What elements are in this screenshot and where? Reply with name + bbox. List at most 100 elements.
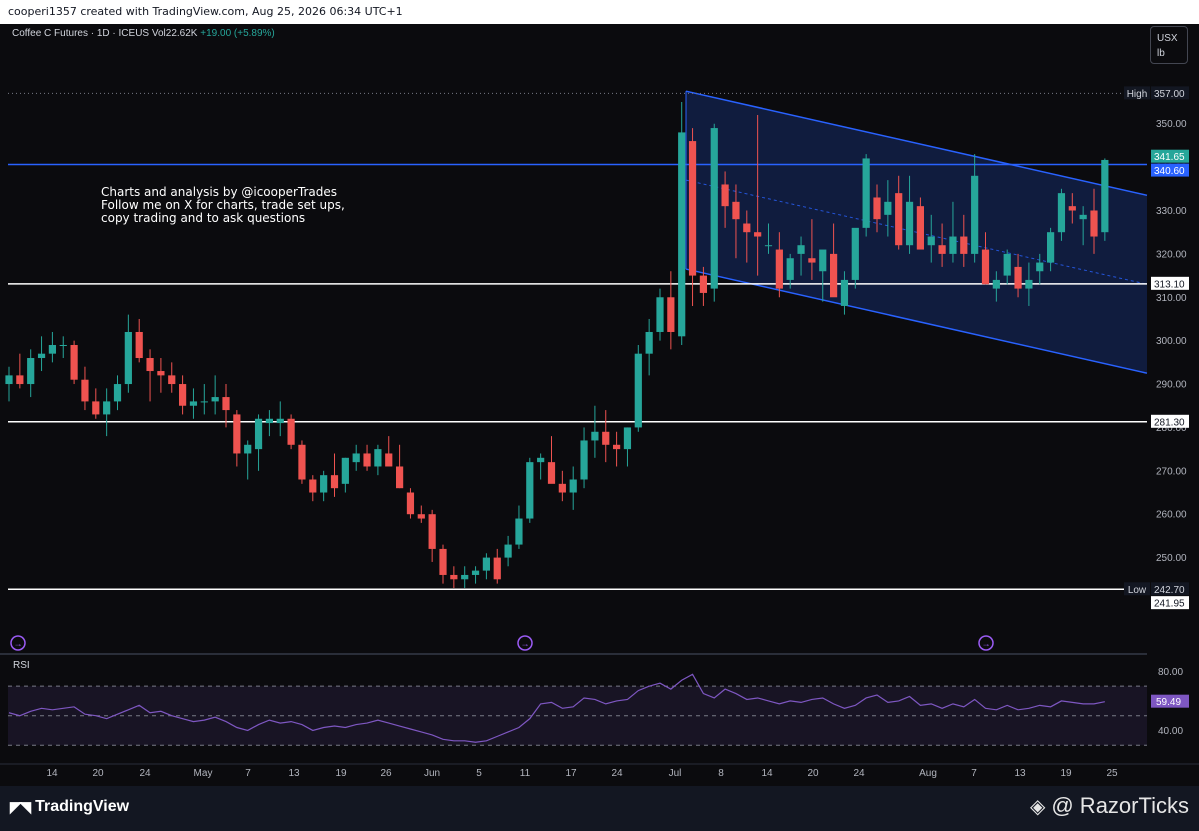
candle-body <box>5 375 13 385</box>
candle-body <box>1090 210 1098 237</box>
candle-body <box>840 279 849 306</box>
candle-body <box>515 518 523 545</box>
tradingview-logo[interactable]: ◤◥ TradingView <box>10 798 129 816</box>
footer-bar: ◤◥ TradingView ◈ @ RazorTicks <box>0 786 1199 831</box>
x-tick-label: 7 <box>971 768 977 779</box>
candle-body <box>884 201 892 215</box>
candle-body <box>981 249 990 285</box>
x-tick-label: Jul <box>669 768 682 779</box>
y-tick-label: 350.00 <box>1156 119 1187 130</box>
candle-body <box>775 249 783 289</box>
candle-body <box>385 453 393 467</box>
rsi-tick-40: 40.00 <box>1158 726 1183 737</box>
candle-body <box>732 201 740 220</box>
candle-body <box>786 258 794 280</box>
x-tick-label: 5 <box>476 768 482 779</box>
candle-body <box>233 414 241 454</box>
rsi-tick-80: 80.00 <box>1158 667 1183 678</box>
high-price-label-tag: High <box>1127 89 1148 100</box>
candle-body <box>721 184 729 207</box>
last-price-label: 341.65 <box>1154 152 1185 163</box>
symbol-title: Coffee C Futures · 1D · ICEUS <box>12 28 150 39</box>
candle-body <box>450 574 458 580</box>
x-tick-label: 14 <box>761 768 773 779</box>
change-value: +19.00 (+5.89%) <box>200 28 275 39</box>
chart-frame[interactable]: 350.00340.00330.00320.00310.00300.00290.… <box>0 24 1199 786</box>
candle-body <box>471 570 480 575</box>
level-281-label: 281.30 <box>1154 417 1185 428</box>
candle-body <box>688 141 697 276</box>
level-313-label: 313.10 <box>1154 279 1185 290</box>
x-tick-label: 20 <box>807 768 819 779</box>
candle-body <box>916 206 924 250</box>
high-price-label: 357.00 <box>1154 89 1185 100</box>
candle-body <box>992 279 1000 289</box>
candle-body <box>428 514 436 549</box>
x-tick-label: Aug <box>919 768 937 779</box>
candle-body <box>895 193 903 246</box>
candle-body <box>146 358 154 372</box>
candle-body <box>1057 193 1066 233</box>
candle-body <box>439 548 447 575</box>
event-marker-1-arrow-icon: → <box>14 639 23 649</box>
y-tick-label: 270.00 <box>1156 466 1187 477</box>
candle-body <box>48 345 56 354</box>
candle-body <box>179 384 187 406</box>
y-tick-label: 310.00 <box>1156 293 1187 304</box>
candle-body <box>1047 232 1055 263</box>
candle-body <box>547 462 556 484</box>
price-chart[interactable]: 350.00340.00330.00320.00310.00300.00290.… <box>0 24 1199 786</box>
candle-body <box>27 358 35 385</box>
candle-body <box>135 331 143 359</box>
candle-body <box>710 128 718 289</box>
candle-body <box>699 275 707 293</box>
candle-body <box>960 236 968 254</box>
candle-body <box>645 331 653 354</box>
candle-body <box>667 297 675 332</box>
tradingview-brand: TradingView <box>35 798 130 815</box>
candle-body <box>124 331 132 385</box>
candle-body <box>330 475 339 489</box>
candle-body <box>363 453 371 467</box>
x-tick-label: 7 <box>245 768 251 779</box>
candle-body <box>92 401 100 415</box>
candle-body <box>1014 266 1022 289</box>
candle-body <box>265 418 273 424</box>
candle-body <box>797 245 805 254</box>
event-marker-3-arrow-icon: → <box>982 639 991 649</box>
candle-body <box>287 418 295 445</box>
x-tick-label: 17 <box>565 768 577 779</box>
candle-body <box>200 401 208 403</box>
candle-body <box>743 223 751 233</box>
candle-body <box>754 232 762 237</box>
candle-body <box>830 253 838 298</box>
low-price-label-tag: Low <box>1128 585 1147 596</box>
candle-body <box>16 375 24 385</box>
candle-body <box>971 175 979 254</box>
y-tick-label: 330.00 <box>1156 206 1187 217</box>
candle-body <box>678 132 686 337</box>
x-tick-label: 13 <box>288 768 300 779</box>
candle-body <box>526 462 534 519</box>
candle-body <box>873 197 881 220</box>
volume-value: 22.62K <box>165 28 198 39</box>
candle-body <box>254 418 263 450</box>
rsi-value-label: 59.49 <box>1156 697 1181 708</box>
candle-body <box>189 401 198 406</box>
candle-body <box>222 397 230 411</box>
candle-body <box>764 245 773 247</box>
attribution-text: cooperi1357 created with TradingView.com… <box>8 5 403 18</box>
y-tick-label: 300.00 <box>1156 336 1187 347</box>
currency-unit-selector[interactable]: USX lb <box>1150 26 1188 64</box>
x-tick-label: 19 <box>1060 768 1072 779</box>
candle-body <box>493 557 501 580</box>
y-tick-label: 320.00 <box>1156 249 1187 260</box>
volume-label: Vol <box>151 28 166 39</box>
candle-body <box>504 544 512 558</box>
x-tick-label: 24 <box>611 768 623 779</box>
x-tick-label: 24 <box>853 768 865 779</box>
candle-body <box>851 227 859 280</box>
x-tick-label: 26 <box>380 768 392 779</box>
candle-body <box>1036 262 1044 272</box>
candle-body <box>1101 159 1109 233</box>
